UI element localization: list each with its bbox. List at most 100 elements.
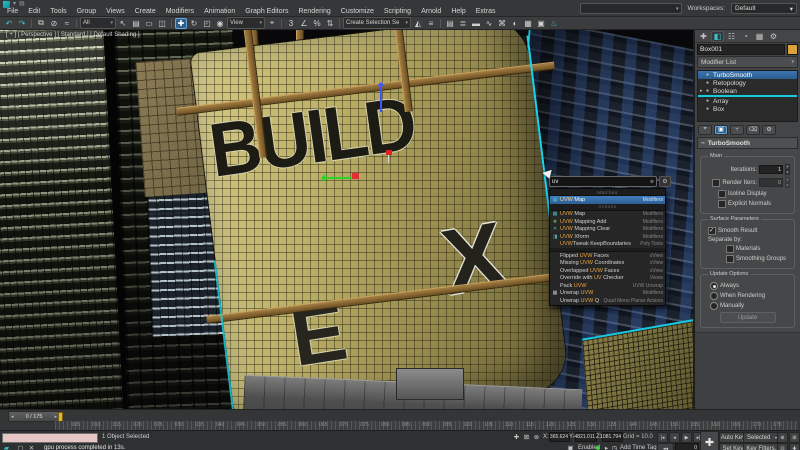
menu-edit[interactable]: Edit [23,7,45,16]
selection-filter-dropdown[interactable]: All ▾ [80,17,116,29]
menu-graph-editors[interactable]: Graph Editors [240,7,293,16]
named-selection-sets-combo[interactable]: Create Selection Se ▾ [343,17,411,29]
rendered-frame-icon[interactable]: ▣ [535,18,547,29]
rectangular-selection-region-icon[interactable]: ▭ [143,18,155,29]
redo-icon[interactable]: ↷ [16,18,28,29]
selection-lock-icon[interactable]: ⊠ [522,432,531,441]
configure-modifier-sets-button[interactable]: ⚙ [762,124,776,135]
global-search-input[interactable]: ▾ [579,3,682,14]
menu-modifiers[interactable]: Modifiers [161,7,199,16]
close-toast-icon[interactable]: ✕ [27,443,36,450]
zoom-all-icon[interactable]: ⊞ [789,432,800,443]
menu-extras[interactable]: Extras [471,7,501,16]
key-step-back-button[interactable]: ◂◂ [657,443,674,450]
menu-group[interactable]: Group [72,7,101,16]
visibility-bulb-icon[interactable]: ● [706,72,711,78]
render-iters-spinner[interactable]: ▴ ▾ [785,177,790,188]
unlink-selection-icon[interactable]: ⊘ [48,18,60,29]
play-button[interactable]: ▶ [681,432,692,443]
curve-editor-icon[interactable]: ∿ [483,18,495,29]
pan-zoom-button[interactable]: ✚ [700,431,719,450]
smoothing-groups-checkbox[interactable] [726,255,734,263]
render-iters-field[interactable]: 0 [759,178,783,187]
modifier-list-dropdown[interactable]: Modifier List ▾ [697,56,798,68]
absolute-offset-icon[interactable]: ⊗ [532,432,541,441]
remove-modifier-button[interactable]: ⌫ [746,124,760,135]
workspace-dropdown[interactable]: Default ▾ [731,3,797,14]
search-result-flipped-uvw-faces[interactable]: Flipped UVW Faces xView [550,252,665,260]
menu-rendering[interactable]: Rendering [293,7,335,16]
search-settings-gear-icon[interactable]: ⚙ [659,176,671,187]
utilities-tab[interactable]: ⚙ [767,31,780,42]
bind-to-spacewarp-icon[interactable]: ≈ [61,18,73,29]
select-and-rotate-icon[interactable]: ↻ [188,18,200,29]
menu-file[interactable]: File [2,7,23,16]
perspective-viewport[interactable]: BUILD E X [ + ] [ Perspective ] [ Standa… [0,30,693,409]
select-object-icon[interactable]: ↖ [117,18,129,29]
show-end-result-button[interactable]: ▣ [714,124,728,135]
schematic-view-icon[interactable]: ⌘ [496,18,508,29]
expand-arrow-icon[interactable]: ▸ [700,88,704,94]
menu-customize[interactable]: Customize [336,7,379,16]
use-pivot-point-icon[interactable]: ⌖ [266,18,278,29]
previous-frame-button[interactable]: ◂ [669,432,680,443]
current-frame-field[interactable]: 0 [675,443,699,450]
window-crossing-icon[interactable]: ◫ [156,18,168,29]
search-result-uvw-map[interactable]: ▦ UVW Map Modifiers [550,211,665,219]
search-result-overlapped-uvw-faces[interactable]: Overlapped UVW Faces xView [550,267,665,275]
menu-scripting[interactable]: Scripting [379,7,416,16]
menu-create[interactable]: Create [130,7,161,16]
coord-x-field[interactable]: 365.624 [549,432,570,442]
modifier-array[interactable]: ● Array [698,97,797,105]
make-unique-button[interactable]: ⑂ [730,124,744,135]
macro-recorder-field[interactable] [2,433,98,443]
menu-arnold[interactable]: Arnold [416,7,446,16]
scene-explorer-icon[interactable]: ▤ [444,18,456,29]
create-tab[interactable]: ✚ [697,31,710,42]
add-time-tag-label[interactable]: Add Time Tag [620,443,657,450]
visibility-bulb-icon[interactable]: ● [706,106,711,112]
object-name-field[interactable]: Box001 [697,43,785,55]
spinner-snap-icon[interactable]: ⇅ [324,18,336,29]
transform-gizmo-icon[interactable]: ✚ [512,432,521,441]
turbosmooth-rollout-header[interactable]: − TurboSmooth [697,137,798,149]
pin-stack-button[interactable]: ⌖ [698,124,712,135]
track-bar-ruler[interactable]: 005 010 015 020 025 030 035 040 045 050 055 060 065 0… [55,421,798,430]
radio-when-rendering[interactable] [710,292,718,300]
coord-z-field[interactable]: 1081.794 [600,432,623,442]
mirror-icon[interactable]: ◭ [412,18,424,29]
render-iters-checkbox[interactable] [712,178,721,187]
isoline-display-checkbox[interactable] [718,190,726,198]
select-and-place-icon[interactable]: ◉ [214,18,226,29]
listener-status-icon[interactable]: ▰ [2,443,11,450]
display-tab[interactable]: ▦ [753,31,766,42]
visibility-bulb-icon[interactable]: ● [706,80,711,86]
zoom-region-icon[interactable]: ⊡ [777,443,788,450]
go-to-start-button[interactable]: |◂ [657,432,668,443]
search-result-unwrap-uvw[interactable]: ▦ Unwrap UVW Modifiers [550,290,665,298]
select-and-link-icon[interactable]: ⧉ [35,18,47,29]
previous-frame-arrow-icon[interactable]: ◂ [11,414,14,420]
modifier-retopology[interactable]: ● Retopology [698,79,797,87]
search-result-pack-uvw[interactable]: Pack UVW UVW Unwrap [550,282,665,290]
search-result-uvw-xform[interactable]: ◨ UVW Xform Modifiers [550,233,665,241]
percent-snap-icon[interactable]: % [311,18,323,29]
update-button[interactable]: Update [719,312,776,323]
modify-tab[interactable]: ◧ [711,30,724,42]
radio-always[interactable] [710,282,718,290]
material-editor-icon[interactable]: ◐ [509,18,521,29]
select-and-move-icon[interactable]: ✚ [175,17,187,29]
align-icon[interactable]: ≡ [425,18,437,29]
explicit-normals-checkbox[interactable] [718,200,726,208]
modifier-boolean[interactable]: ▸ ● Boolean [698,87,797,95]
clear-search-icon[interactable]: ⊗ [650,179,654,185]
search-result-unwrap-uvw-quad[interactable]: Unwrap UVW Quad Quad Menu Planar Actions [550,297,665,305]
viewport-label[interactable]: [ + ] [ Perspective ] [ Standard ] [ Def… [6,32,140,38]
menu-animation[interactable]: Animation [199,7,240,16]
menu-help[interactable]: Help [446,7,470,16]
layer-explorer-icon[interactable]: ≣ [457,18,469,29]
time-tag-lock-icon[interactable]: ▣ [566,443,575,450]
search-result-uvw-mapping-add[interactable]: ✚ UVW Mapping Add Modifiers [550,218,665,226]
search-result-uvw-map[interactable]: ▦ UVW Map Modifiers [550,196,665,204]
angle-snap-icon[interactable]: ∠ [298,18,310,29]
